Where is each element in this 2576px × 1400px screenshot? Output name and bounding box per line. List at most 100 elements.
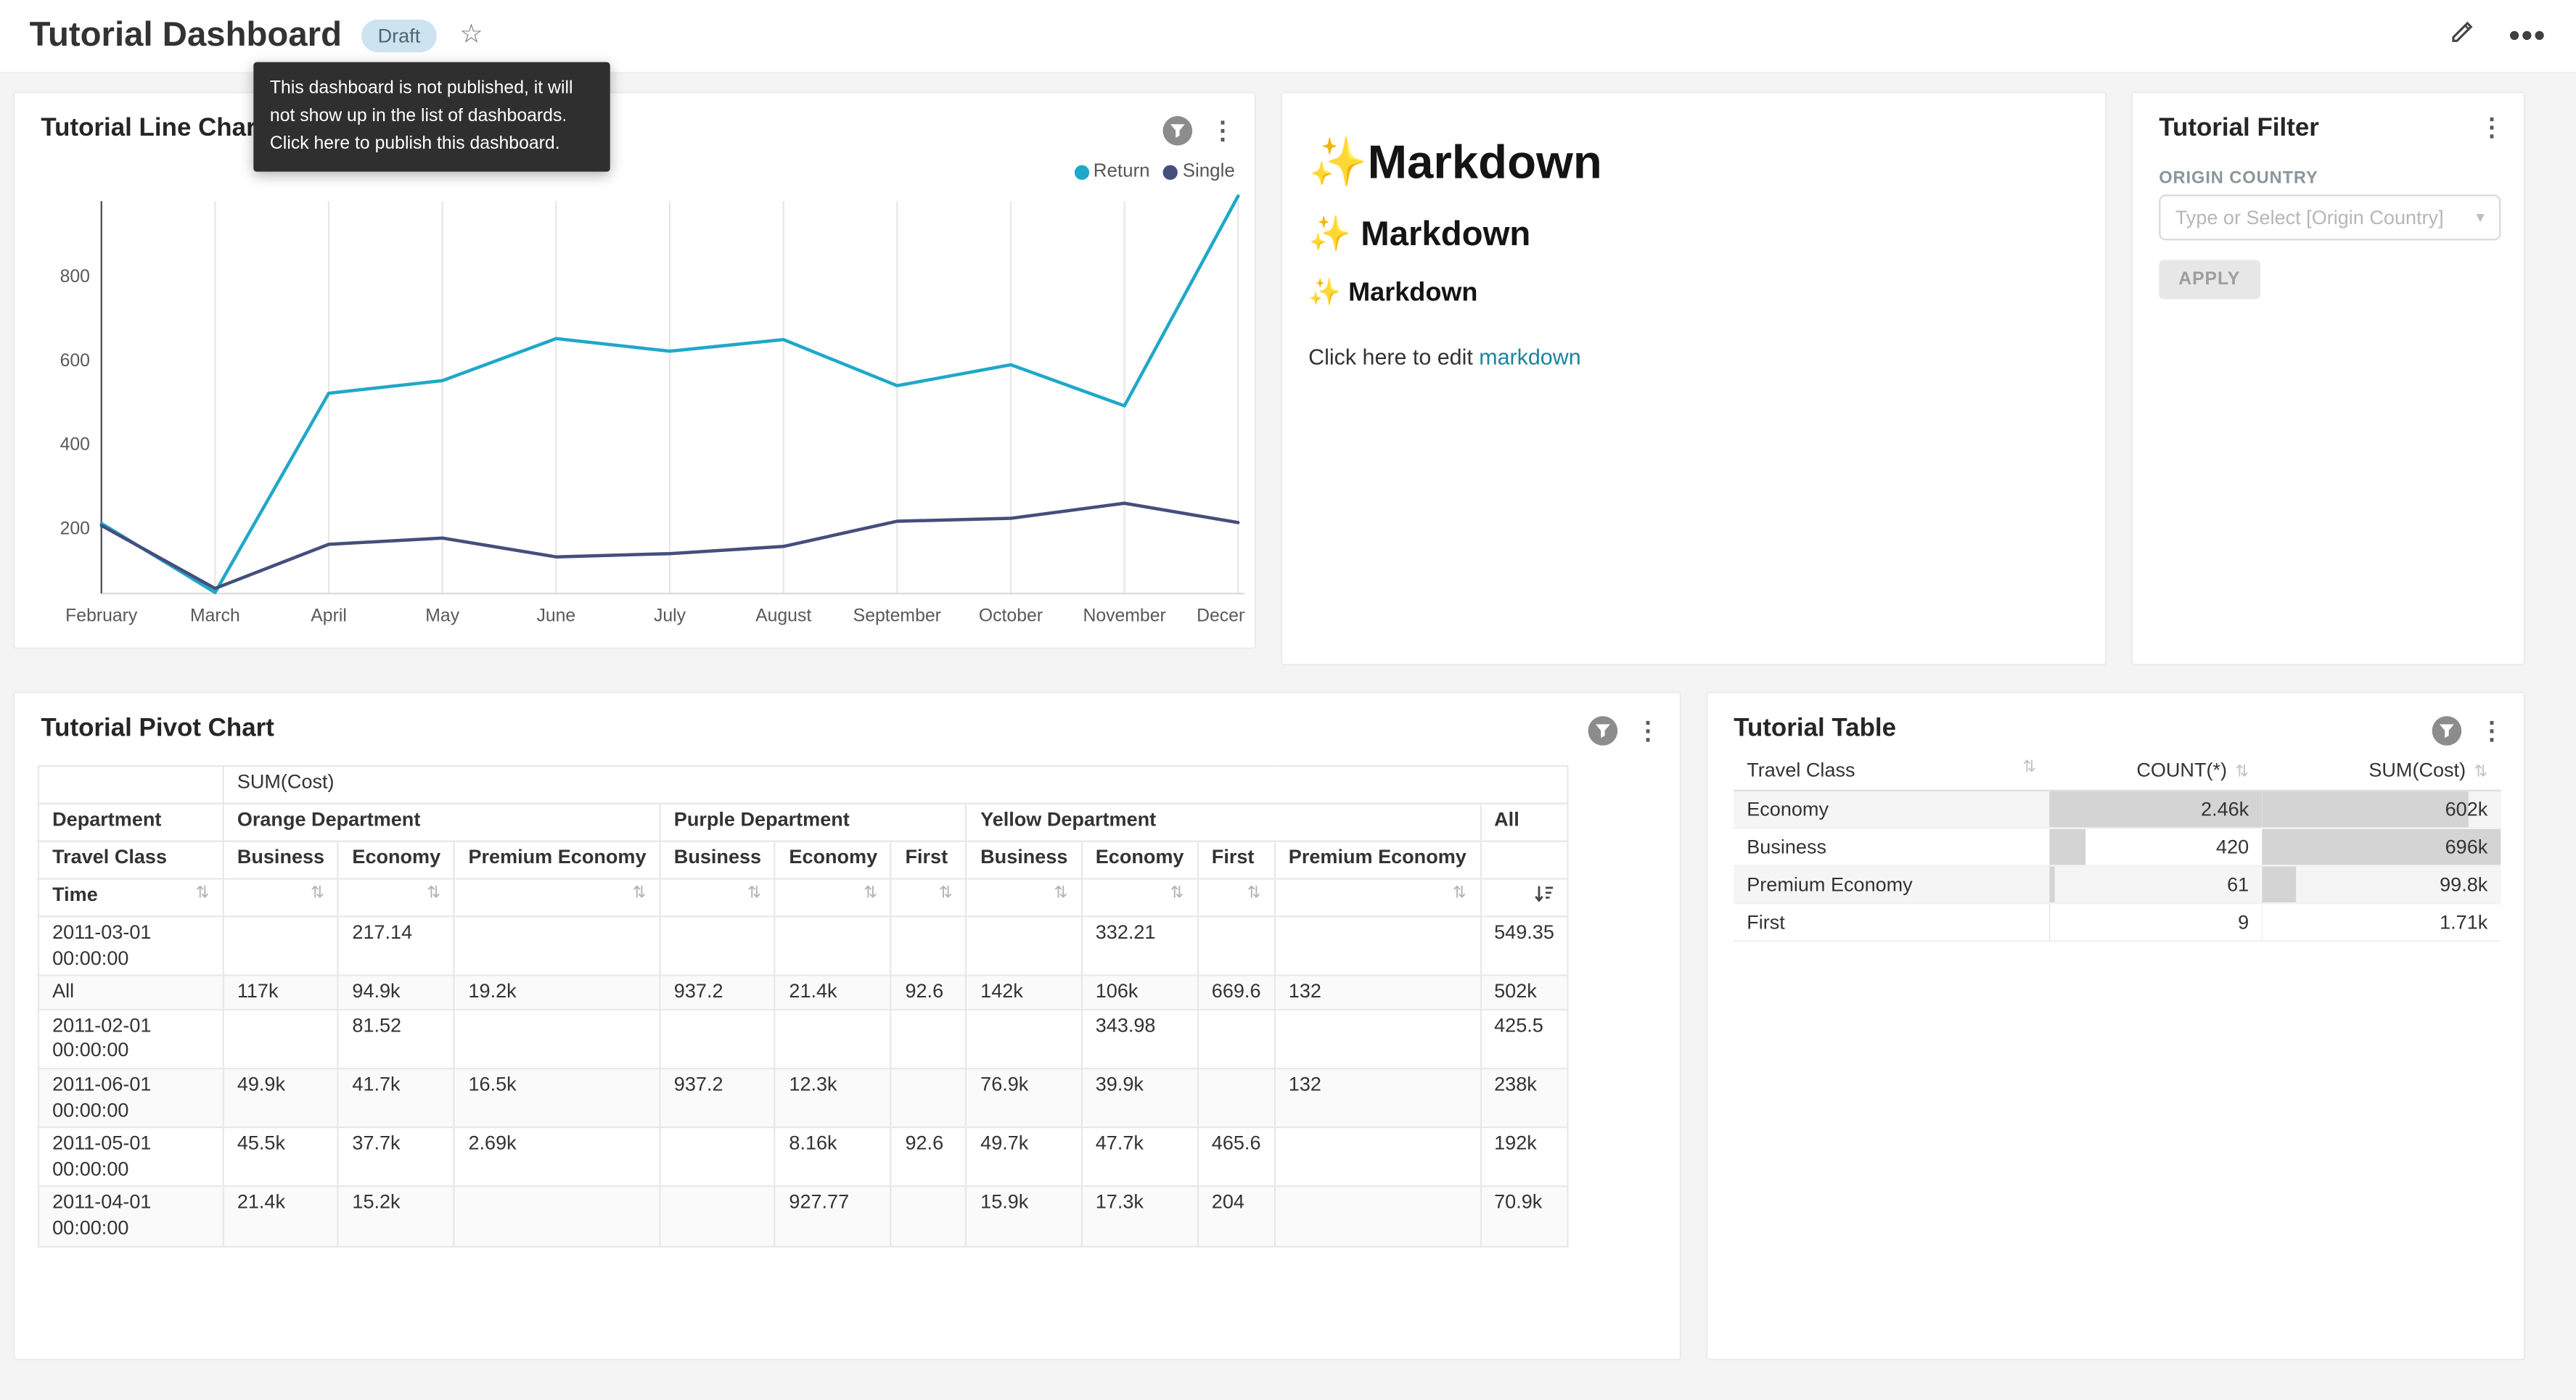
sum-cell: 602k [2262, 790, 2501, 828]
pivot-cell: 21.4k [775, 976, 891, 1009]
line-chart-card-actions: ⋮ [1163, 116, 1235, 146]
sum-cell: 99.8k [2262, 865, 2501, 902]
svg-text:200: 200 [60, 519, 90, 538]
sort-icon[interactable]: ⇅ [747, 883, 761, 906]
pivot-cell: 94.9k [338, 976, 454, 1009]
pivot-cell [660, 916, 776, 976]
table-row[interactable]: Economy2.46k602k [1734, 790, 2501, 828]
pivot-chart-title: Tutorial Pivot Chart [41, 715, 274, 744]
pivot-row: All117k94.9k19.2k937.221.4k92.6142k106k6… [38, 976, 1568, 1009]
pivot-col-class: Premium Economy [1275, 841, 1480, 879]
kebab-menu-icon[interactable]: ⋮ [2479, 719, 2504, 744]
pivot-card-actions: ⋮ [1588, 716, 1660, 746]
sum-cell: 1.71k [2262, 902, 2501, 940]
svg-text:September: September [853, 606, 941, 626]
pivot-col-group: Yellow Department [967, 804, 1480, 841]
publish-tooltip[interactable]: This dashboard is not published, it will… [253, 62, 610, 172]
pivot-cell [775, 916, 891, 976]
pivot-cell: 142k [967, 976, 1082, 1009]
pivot-cell: 204 [1198, 1187, 1275, 1246]
filter-indicator-icon[interactable] [2432, 716, 2462, 746]
pivot-col-class: Economy [338, 841, 454, 879]
sort-icon[interactable]: ⇅ [939, 883, 953, 906]
sort-icon[interactable]: ⇅ [1453, 883, 1467, 906]
pivot-cell: 669.6 [1198, 976, 1275, 1009]
pivot-cell: 70.9k [1480, 1187, 1568, 1246]
markdown-heading-1: ✨Markdown [1308, 136, 2079, 192]
favorite-star-icon[interactable]: ☆ [459, 23, 483, 49]
column-header-sum-cost[interactable]: SUM(Cost)⇅ [2262, 752, 2501, 790]
table-row[interactable]: First91.71k [1734, 902, 2501, 940]
table-row[interactable]: Business420696k [1734, 828, 2501, 865]
sort-icon[interactable]: ⇅ [2022, 759, 2036, 777]
column-header-travel-class[interactable]: Travel Class⇅ [1734, 752, 2049, 790]
table-card-title: Tutorial Table [1734, 715, 1896, 744]
pivot-cell: 132 [1275, 1068, 1480, 1128]
markdown-edit-text: Click here to edit [1308, 345, 1479, 370]
pivot-cell: 549.35 [1480, 916, 1568, 976]
pivot-cell: 425.5 [1480, 1009, 1568, 1068]
pivot-cell: 16.5k [454, 1068, 660, 1128]
pivot-col-class: Economy [1082, 841, 1198, 879]
line-chart-canvas: 200400600800FebruaryMarchAprilMayJuneJul… [28, 188, 1244, 636]
sort-icon[interactable]: ⇅ [864, 883, 877, 906]
pivot-class-row: Travel ClassBusinessEconomyPremium Econo… [38, 841, 1568, 879]
sort-icon[interactable]: ⇅ [427, 883, 440, 906]
draft-status-badge[interactable]: Draft [361, 20, 437, 52]
sort-icon[interactable]: ⇅ [1247, 883, 1261, 906]
pivot-cell [775, 1009, 891, 1068]
sort-icon[interactable]: ⇅ [311, 883, 324, 906]
kebab-menu-icon[interactable]: ⋮ [1636, 719, 1660, 744]
legend-item-single[interactable]: Single [1163, 162, 1235, 181]
pivot-col-group: Purple Department [660, 804, 967, 841]
pivot-cell: 41.7k [338, 1068, 454, 1128]
more-menu-icon[interactable]: ••• [2509, 20, 2547, 52]
sort-icon[interactable]: ⇅ [1170, 883, 1184, 906]
sort-icon[interactable]: ⇅ [2474, 764, 2487, 782]
svg-text:August: August [755, 606, 811, 626]
travel-class-cell: Premium Economy [1734, 865, 2049, 902]
pivot-cell: 37.7k [338, 1127, 454, 1187]
table-row[interactable]: Premium Economy6199.8k [1734, 865, 2501, 902]
pivot-cell [660, 1009, 776, 1068]
pivot-row: 2011-06-01 00:00:0049.9k41.7k16.5k937.21… [38, 1068, 1568, 1128]
svg-text:October: October [979, 606, 1043, 626]
filter-card: Tutorial Filter ⋮ ORIGIN COUNTRY Type or… [2131, 91, 2525, 665]
svg-text:July: July [654, 606, 686, 626]
svg-text:April: April [311, 606, 347, 626]
origin-country-label: ORIGIN COUNTRY [2159, 168, 2318, 188]
svg-text:600: 600 [60, 351, 90, 371]
pivot-corner-cell [38, 766, 223, 804]
pivot-cell: 47.7k [1082, 1127, 1198, 1187]
sort-icon[interactable]: ⇅ [633, 883, 647, 906]
travel-class-cell: Economy [1734, 790, 2049, 828]
count-cell: 420 [2049, 828, 2262, 865]
column-header-count[interactable]: COUNT(*)⇅ [2049, 752, 2262, 790]
table-card-actions: ⋮ [2432, 716, 2504, 746]
kebab-menu-icon[interactable]: ⋮ [2479, 116, 2504, 141]
pivot-col-class: Business [223, 841, 339, 879]
pivot-cell: 502k [1480, 976, 1568, 1009]
origin-country-select[interactable]: Type or Select [Origin Country] ▾ [2159, 194, 2501, 240]
sort-icon[interactable]: ⇅ [2235, 764, 2249, 782]
svg-text:400: 400 [60, 435, 90, 455]
edit-pencil-icon[interactable] [2448, 18, 2476, 54]
chart-legend: Return Single [1074, 162, 1235, 181]
legend-item-return[interactable]: Return [1074, 162, 1150, 181]
pivot-cell [1275, 1187, 1480, 1246]
filter-card-title: Tutorial Filter [2159, 115, 2319, 144]
apply-button[interactable]: APPLY [2159, 260, 2260, 299]
filter-indicator-icon[interactable] [1588, 716, 1618, 746]
pivot-cell: 15.2k [338, 1187, 454, 1246]
markdown-edit-link[interactable]: markdown [1479, 345, 1580, 370]
sort-icon[interactable]: ⇅ [196, 883, 210, 906]
page-title[interactable]: Tutorial Dashboard [30, 17, 342, 56]
kebab-menu-icon[interactable]: ⋮ [1210, 118, 1235, 143]
sort-desc-icon[interactable] [1535, 884, 1554, 904]
pivot-cell [1198, 1068, 1275, 1128]
filter-indicator-icon[interactable] [1163, 116, 1193, 146]
pivot-cell: 238k [1480, 1068, 1568, 1128]
pivot-cell [967, 916, 1082, 976]
pivot-cell [891, 1187, 967, 1246]
sort-icon[interactable]: ⇅ [1054, 883, 1068, 906]
